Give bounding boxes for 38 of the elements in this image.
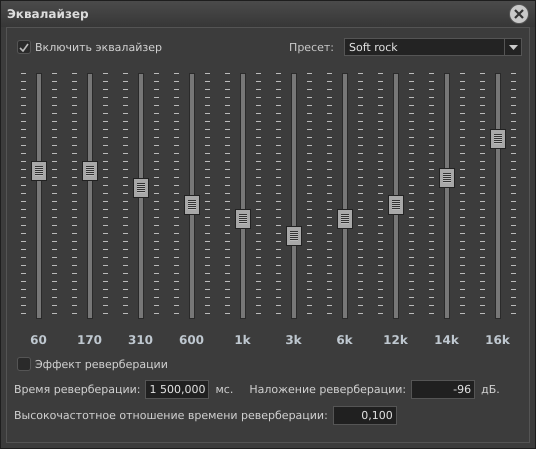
preset-dropdown[interactable]: Soft rock [344, 38, 522, 56]
frequency-label: 60 [29, 333, 48, 347]
checkbox[interactable] [17, 357, 31, 371]
slider-thumb[interactable] [336, 209, 352, 230]
close-button[interactable] [509, 4, 529, 24]
slider-thumb[interactable] [388, 194, 404, 215]
slider-thumb[interactable] [184, 194, 200, 215]
checkbox-label: Эффект реверберации [35, 358, 168, 370]
frequency-label: 1k [233, 333, 252, 347]
input-field[interactable]: 0,100 [332, 406, 397, 425]
slider-thumb[interactable] [132, 178, 148, 198]
input-field[interactable]: -96 [411, 380, 476, 399]
checkbox[interactable] [17, 40, 31, 54]
frequency-label: 3k [284, 333, 303, 347]
frequency-label: 310 [126, 333, 154, 347]
frequency-label: 600 [178, 333, 206, 347]
close-icon [513, 8, 525, 20]
slider-thumb[interactable] [286, 226, 302, 246]
slider-thumb[interactable] [82, 160, 98, 181]
field-label: Высокочастотное отношение времени реверберации: [14, 409, 328, 422]
window-title: Эквалайзер [7, 7, 89, 21]
input-field[interactable]: 1 500,000 [145, 380, 210, 399]
dropdown-arrow-icon [508, 44, 518, 50]
frequency-label: 12k [382, 333, 409, 347]
preset-label: Пресет: [289, 40, 334, 54]
frequency-label: 14k [433, 333, 460, 347]
checkbox-label: Включить эквалайзер [35, 40, 162, 54]
unit-label: дБ. [481, 383, 500, 396]
field-label: Время реверберации: [14, 383, 140, 396]
unit-label: мс. [215, 383, 234, 396]
frequency-label: 16k [484, 333, 511, 347]
frequency-label: 170 [76, 333, 104, 347]
field-label: Наложение реверберации: [249, 383, 406, 396]
slider-thumb[interactable] [234, 209, 250, 230]
frequency-label: 6k [335, 333, 354, 347]
slider-thumb[interactable] [490, 128, 506, 149]
slider-thumb[interactable] [438, 168, 454, 188]
slider-thumb[interactable] [30, 160, 46, 181]
